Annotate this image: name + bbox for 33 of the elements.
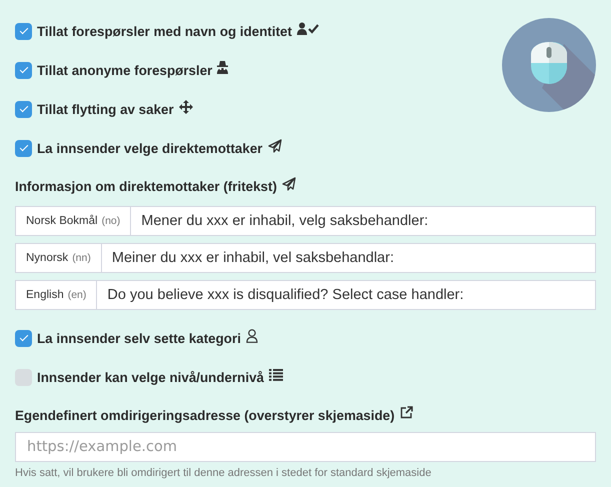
checkbox[interactable] <box>15 100 32 118</box>
spy-icon <box>217 61 228 74</box>
section-heading: Informasjon om direktemottaker (fritekst) <box>15 179 277 194</box>
language-name: English <box>26 289 64 301</box>
checkbox-label: Tillat forespørsler med navn og identitet <box>37 24 292 38</box>
checkbox[interactable] <box>15 22 32 40</box>
language-code: (en) <box>68 289 86 301</box>
list-icon <box>268 369 283 381</box>
language-code: (nn) <box>72 252 91 264</box>
language-code: (no) <box>102 215 120 227</box>
translation-input[interactable]: Do you believe xxx is disqualified? Select case handler: <box>97 280 596 310</box>
help-text: Hvis satt, vil brukere bli omdirigert til denne adressen i stedet for standard skjemaside <box>15 467 432 479</box>
checkbox[interactable] <box>15 368 32 386</box>
translation-input[interactable]: Meiner du xxx er inhabil, vel saksbehandlar: <box>102 243 596 273</box>
paper-plane-icon <box>282 177 296 191</box>
field-label: Egendefinert omdirigeringsadresse (overstyrer skjemaside) <box>15 408 395 422</box>
checkbox[interactable] <box>15 62 32 78</box>
checkbox-label: Tillat anonyme forespørsler <box>37 62 212 78</box>
checkbox[interactable] <box>15 330 32 346</box>
checkbox-label: La innsender velge direktemottaker <box>37 140 262 156</box>
url-input[interactable]: https://example.com <box>15 432 596 462</box>
checkbox[interactable] <box>15 140 32 156</box>
external-link-icon <box>400 406 413 419</box>
checkbox-label: Innsender kan velge nivå/undernivå <box>37 370 264 384</box>
translation-input[interactable]: Mener du xxx er inhabil, velg saksbehandler: <box>131 206 596 236</box>
checkbox-label: La innsender selv sette kategori <box>37 330 241 346</box>
move-arrows-icon <box>178 100 193 114</box>
checkbox-label: Tillat flytting av saker <box>37 102 174 116</box>
language-name: Norsk Bokmål <box>26 215 98 227</box>
user-icon <box>246 328 258 342</box>
user-check-icon <box>296 22 321 35</box>
paper-plane-icon <box>268 138 282 152</box>
language-name: Nynorsk <box>26 252 68 264</box>
